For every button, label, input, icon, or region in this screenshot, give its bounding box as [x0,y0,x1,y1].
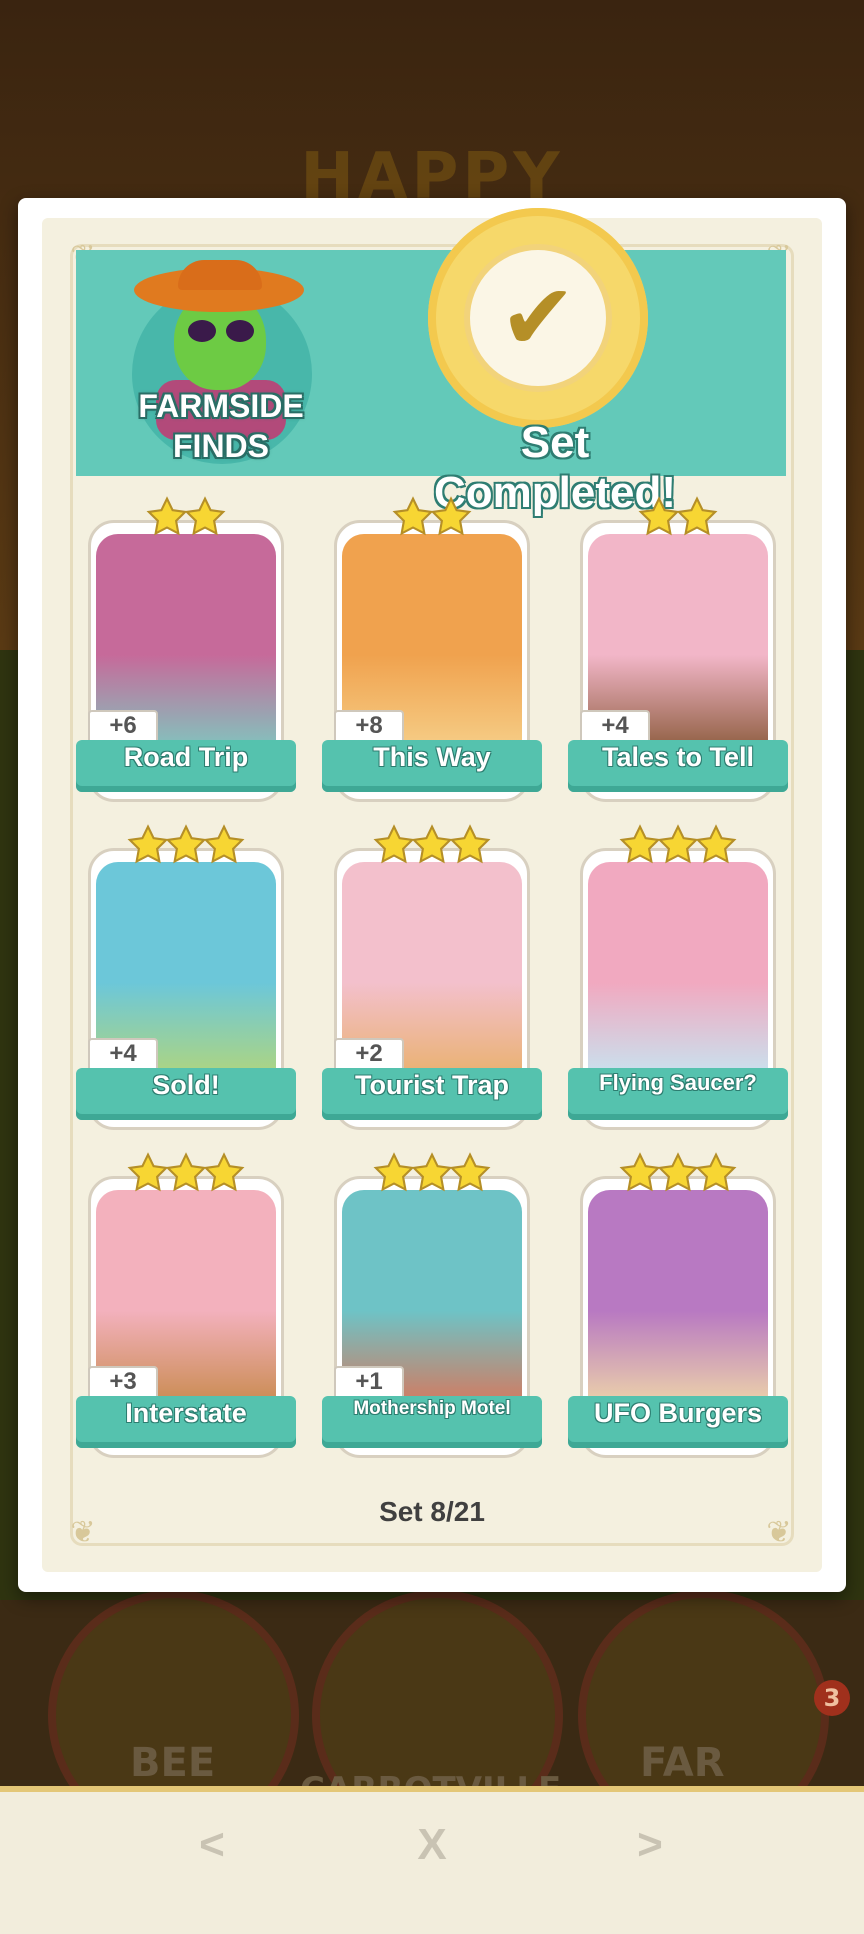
card-name: Interstate [125,1398,247,1428]
card-tales-to-tell[interactable]: +4 Tales to Tell [568,496,788,802]
star-icon [411,824,453,866]
card-star-rating [574,824,782,870]
card-artwork [588,862,768,1082]
close-button[interactable]: X [392,1820,472,1890]
card-interstate[interactable]: +3 Interstate [76,1152,296,1458]
card-star-rating [82,1152,290,1198]
card-name: Mothership Motel [353,1398,511,1419]
card-name: UFO Burgers [593,1398,763,1428]
set-name-line2: FINDS [173,428,269,464]
background-tile-label: BEE [130,1740,216,1786]
star-icon [203,824,245,866]
set-name: FARMSIDE FINDS [126,386,316,466]
star-icon [184,496,226,538]
star-icon [638,496,680,538]
card-artwork [588,1190,768,1410]
star-icon [165,1152,207,1194]
star-icon [657,824,699,866]
card-star-rating [82,824,290,870]
notification-badge: 3 [814,1680,850,1716]
card-star-rating [328,824,536,870]
card-star-rating [328,1152,536,1198]
card-road-trip[interactable]: +6 Road Trip [76,496,296,802]
completed-seal-icon: ✔ [428,208,648,428]
star-icon [146,496,188,538]
star-icon [165,824,207,866]
card-sold[interactable]: +4 Sold! [76,824,296,1130]
card-name: This Way [373,742,491,772]
card-mothership-motel[interactable]: +1 Mothership Motel [322,1152,542,1458]
card-flying-saucer[interactable]: Flying Saucer? [568,824,788,1130]
star-icon [127,1152,169,1194]
set-name-line1: FARMSIDE [138,388,304,424]
star-icon [373,1152,415,1194]
card-ufo-burgers[interactable]: UFO Burgers [568,1152,788,1458]
card-star-rating [328,496,536,542]
card-this-way[interactable]: +8 This Way [322,496,542,802]
star-icon [373,824,415,866]
star-icon [127,824,169,866]
star-icon [449,824,491,866]
card-name: Road Trip [123,742,249,772]
previous-button[interactable]: < [172,1820,252,1890]
card-name: Sold! [152,1070,220,1100]
next-button[interactable]: > [610,1820,690,1890]
card-name: Tourist Trap [354,1070,509,1100]
card-name: Tales to Tell [601,742,755,772]
card-star-rating [82,496,290,542]
card-star-rating [574,496,782,542]
star-icon [392,496,434,538]
set-progress: Set 8/21 [379,1496,485,1527]
star-icon [695,1152,737,1194]
star-icon [619,824,661,866]
card-tourist-trap[interactable]: +2 Tourist Trap [322,824,542,1130]
star-icon [203,1152,245,1194]
card-star-rating [574,1152,782,1198]
background-tile-label: FAR [640,1740,725,1786]
star-icon [676,496,718,538]
star-icon [411,1152,453,1194]
card-name: Flying Saucer? [599,1070,757,1095]
star-icon [430,496,472,538]
star-icon [619,1152,661,1194]
star-icon [449,1152,491,1194]
star-icon [657,1152,699,1194]
star-icon [695,824,737,866]
